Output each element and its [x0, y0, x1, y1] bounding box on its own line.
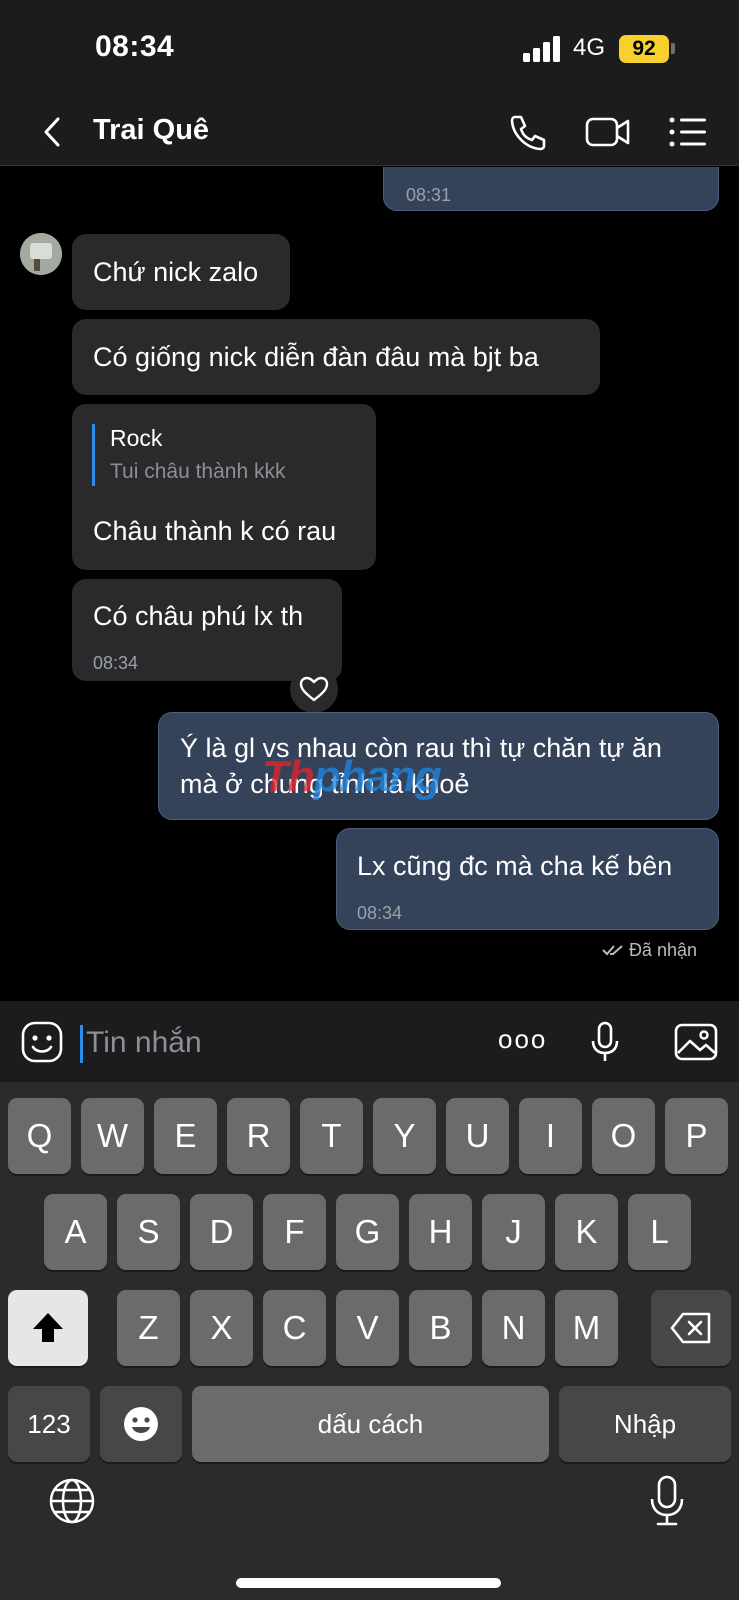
key-x[interactable]: X [190, 1290, 253, 1366]
key-l[interactable]: L [628, 1194, 691, 1270]
incoming-message[interactable]: Có giống nick diễn đàn đâu mà bjt ba [72, 319, 600, 395]
key-v[interactable]: V [336, 1290, 399, 1366]
watermark-logo: Thphang [262, 752, 442, 801]
key-r[interactable]: R [227, 1098, 290, 1174]
emoji-icon[interactable] [100, 1386, 182, 1462]
key-a[interactable]: A [44, 1194, 107, 1270]
image-icon[interactable] [673, 1019, 719, 1065]
key-w[interactable]: W [81, 1098, 144, 1174]
chevron-left-icon[interactable] [34, 112, 74, 152]
key-q[interactable]: Q [8, 1098, 71, 1174]
battery-tip [671, 43, 675, 54]
sticker-face-icon[interactable] [19, 1019, 65, 1065]
keyboard: Q W E R T Y U I O P A S D F G H J K L Z … [0, 1082, 739, 1600]
list-menu-icon[interactable] [666, 110, 710, 154]
message-text: Châu thành k có rau [93, 516, 337, 546]
chat-header: Trai Quê [0, 100, 739, 166]
message-time: 08:34 [93, 653, 139, 673]
key-c[interactable]: C [263, 1290, 326, 1366]
key-z[interactable]: Z [117, 1290, 180, 1366]
message-text: Chứ nick zalo [93, 257, 259, 287]
status-time: 08:34 [95, 30, 175, 63]
key-u[interactable]: U [446, 1098, 509, 1174]
message-time: 08:34 [357, 903, 403, 923]
signal-icon [523, 36, 563, 62]
network-type: 4G [573, 34, 606, 61]
quote-sender: Rock [110, 425, 163, 451]
key-n[interactable]: N [482, 1290, 545, 1366]
message-time: 08:31 [406, 185, 452, 205]
key-b[interactable]: B [409, 1290, 472, 1366]
incoming-reply-message[interactable]: Rock Tui châu thành kkk Châu thành k có … [72, 404, 376, 570]
key-m[interactable]: M [555, 1290, 618, 1366]
key-h[interactable]: H [409, 1194, 472, 1270]
shift-arrow-icon[interactable] [8, 1290, 88, 1366]
quote-bar [92, 424, 95, 486]
numbers-key[interactable]: 123 [8, 1386, 90, 1462]
avatar[interactable] [20, 233, 62, 275]
key-o[interactable]: O [592, 1098, 655, 1174]
outgoing-message-partial[interactable]: 08:31 [383, 167, 719, 211]
globe-icon[interactable] [47, 1476, 97, 1526]
dictation-microphone-icon[interactable] [642, 1474, 692, 1528]
outgoing-message[interactable]: Lx cũng đc mà cha kế bên 08:34 [336, 828, 719, 930]
incoming-message[interactable]: Chứ nick zalo [72, 234, 290, 310]
chat-area[interactable]: 08:31 Chứ nick zalo Có giống nick diễn đ… [0, 167, 739, 1001]
read-receipt: Đã nhận [602, 940, 697, 961]
contact-name[interactable]: Trai Quê [93, 114, 209, 147]
microphone-icon[interactable] [582, 1019, 628, 1065]
double-check-icon [602, 945, 623, 956]
status-bar: 08:34 4G 92 [0, 0, 739, 100]
key-f[interactable]: F [263, 1194, 326, 1270]
key-s[interactable]: S [117, 1194, 180, 1270]
more-options-icon[interactable]: ooo [498, 1019, 546, 1065]
message-text: Có giống nick diễn đàn đâu mà bjt ba [93, 342, 539, 372]
heart-reaction-icon[interactable] [290, 665, 338, 713]
key-y[interactable]: Y [373, 1098, 436, 1174]
key-i[interactable]: I [519, 1098, 582, 1174]
message-text: Lx cũng đc mà cha kế bên [357, 851, 673, 881]
key-p[interactable]: P [665, 1098, 728, 1174]
backspace-icon[interactable] [651, 1290, 731, 1366]
phone-icon[interactable] [506, 110, 550, 154]
home-indicator[interactable] [236, 1578, 501, 1588]
battery-level: 92 [619, 35, 669, 63]
key-t[interactable]: T [300, 1098, 363, 1174]
space-key[interactable]: dấu cách [192, 1386, 549, 1462]
key-e[interactable]: E [154, 1098, 217, 1174]
quote-text: Tui châu thành kkk [110, 460, 286, 483]
read-receipt-text: Đã nhận [628, 940, 697, 960]
enter-key[interactable]: Nhập [559, 1386, 731, 1462]
key-j[interactable]: J [482, 1194, 545, 1270]
key-g[interactable]: G [336, 1194, 399, 1270]
key-d[interactable]: D [190, 1194, 253, 1270]
video-camera-icon[interactable] [584, 110, 632, 154]
message-input-bar: Tin nhắn ooo [0, 1001, 739, 1082]
message-text: Có châu phú lx th [93, 601, 304, 631]
message-input[interactable]: Tin nhắn [80, 1025, 202, 1063]
key-k[interactable]: K [555, 1194, 618, 1270]
